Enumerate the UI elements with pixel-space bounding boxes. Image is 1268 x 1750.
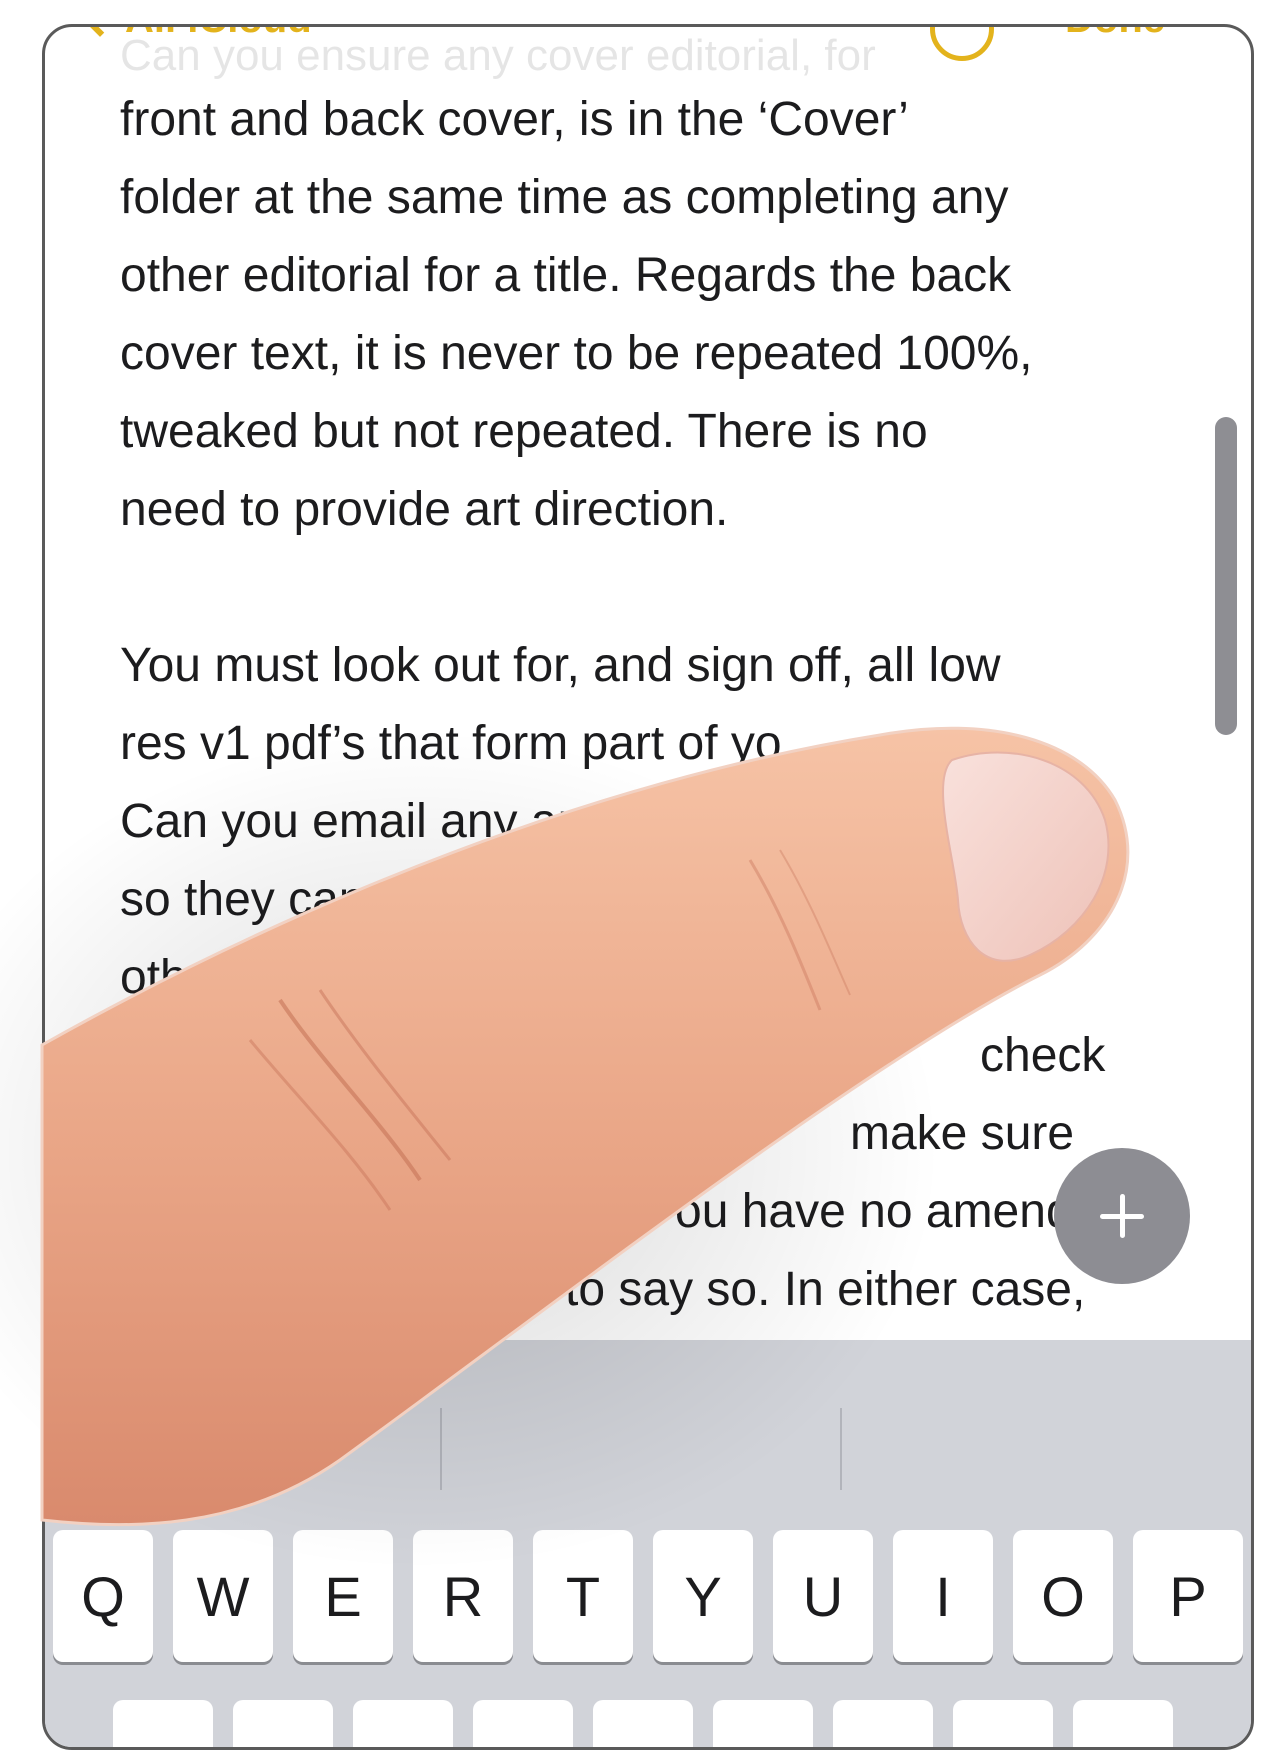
note-line: ou have no amend — [675, 1185, 1073, 1238]
keyboard-key[interactable] — [113, 1700, 213, 1747]
keyboard-key[interactable] — [233, 1700, 333, 1747]
add-button[interactable] — [1054, 1148, 1190, 1284]
note-line: other editorial for a title. Regards the… — [120, 249, 1012, 302]
suggestion-divider — [840, 1408, 842, 1490]
key-y[interactable]: Y — [653, 1530, 753, 1662]
keyboard-key[interactable] — [593, 1700, 693, 1747]
note-line: tweaked but not repeated. There is no — [120, 405, 928, 458]
key-t[interactable]: T — [533, 1530, 633, 1662]
note-line: res v1 pdf’s that form part of yo — [120, 717, 782, 770]
key-e[interactable]: E — [293, 1530, 393, 1662]
note-line: need to provide art direction. — [120, 483, 729, 536]
key-p[interactable]: P — [1133, 1530, 1243, 1662]
keyboard-key[interactable] — [953, 1700, 1053, 1747]
key-u[interactable]: U — [773, 1530, 873, 1662]
key-i[interactable]: I — [893, 1530, 993, 1662]
note-line: Can you email any ame — [120, 795, 625, 848]
key-q[interactable]: Q — [53, 1530, 153, 1662]
notes-app-screen: All iCloud Done Can you ensure any cover… — [42, 24, 1254, 1750]
keyboard-key[interactable] — [1073, 1700, 1173, 1747]
key-w[interactable]: W — [173, 1530, 273, 1662]
onscreen-keyboard: Q W E R T Y U I O P — [45, 1340, 1251, 1747]
key-r[interactable]: R — [413, 1530, 513, 1662]
note-line: cover text, it is never to be repeated 1… — [120, 327, 1033, 380]
done-button[interactable]: Done — [1065, 27, 1165, 42]
circle-icon[interactable] — [930, 27, 994, 61]
keyboard-key[interactable] — [353, 1700, 453, 1747]
key-o[interactable]: O — [1013, 1530, 1113, 1662]
chevron-left-icon[interactable] — [73, 27, 127, 37]
note-line: other — [120, 951, 230, 1004]
vertical-scrollbar[interactable] — [1215, 417, 1237, 735]
faded-top-line: Can you ensure any cover editorial, for — [120, 31, 876, 80]
keyboard-key[interactable] — [473, 1700, 573, 1747]
note-line: e to say so. In either case, — [525, 1263, 1086, 1316]
note-line: front and back cover, is in the ‘Cover’ — [120, 93, 909, 146]
note-line: You must look out for, and sign off, all… — [120, 639, 1001, 692]
suggestion-divider — [440, 1408, 442, 1490]
note-text-area[interactable]: front and back cover, is in the ‘Cover’ … — [120, 81, 1150, 1329]
note-line: so they can b — [120, 873, 406, 926]
note-line: make sure — [850, 1107, 1075, 1160]
note-line: folder at the same time as completing an… — [120, 171, 1009, 224]
note-line: check — [980, 1029, 1106, 1082]
keyboard-key[interactable] — [833, 1700, 933, 1747]
keyboard-key[interactable] — [713, 1700, 813, 1747]
